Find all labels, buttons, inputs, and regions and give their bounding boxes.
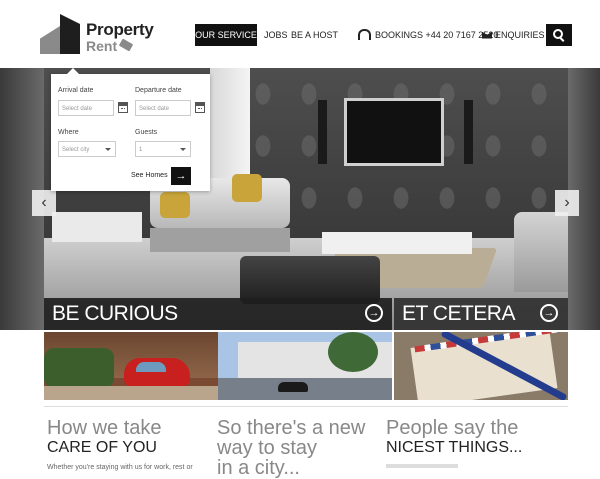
bookings-label: BOOKINGS +44 20 7167 2520: [375, 30, 499, 40]
thumb-car: [278, 382, 308, 392]
logo-tower-icon: [60, 14, 80, 54]
where-value: Select city: [62, 147, 90, 153]
testimonial-bar: [386, 464, 458, 468]
guests-label: Guests: [135, 129, 158, 136]
column-heading-dark[interactable]: CARE OF YOU: [47, 438, 217, 458]
site-header: Property Rent OUR SERVICE JOBS BE A HOST…: [0, 0, 600, 68]
column-text: Whether you're staying with us for work,…: [47, 464, 193, 471]
circle-arrow-icon[interactable]: →: [365, 304, 383, 322]
hero-ottoman: [240, 256, 380, 304]
caption-title: ET CETERA: [402, 302, 515, 325]
column-care: How we take CARE OF YOU Whether you're s…: [47, 418, 217, 471]
speaker-left: [318, 100, 327, 164]
where-label: Where: [58, 129, 79, 136]
nav-jobs[interactable]: JOBS: [264, 24, 288, 46]
column-heading-dark[interactable]: NICEST THINGS...: [386, 438, 556, 458]
thumbnail-red-car[interactable]: [44, 332, 218, 400]
column-heading-light: in a city...: [217, 457, 300, 479]
chevron-down-icon: [105, 148, 111, 151]
section-divider: [44, 406, 568, 407]
guests-select[interactable]: 1: [135, 141, 191, 157]
brand-sub: Rent: [86, 38, 118, 54]
chevron-left-icon: ‹: [41, 194, 47, 211]
column-heading-light: People say the: [386, 417, 519, 439]
thumb-tree: [328, 332, 378, 372]
thumb-street: [44, 386, 218, 400]
nav-bookings[interactable]: BOOKINGS +44 20 7167 2520: [358, 24, 498, 46]
thumb-hedge: [44, 348, 114, 388]
guests-value: 1: [139, 147, 143, 153]
departure-label: Departure date: [135, 87, 182, 94]
see-homes-label[interactable]: See Homes: [131, 172, 168, 179]
slider-prev-button[interactable]: ‹: [32, 190, 56, 216]
arrow-right-icon: →: [175, 170, 187, 182]
slider-next-button[interactable]: ›: [555, 190, 579, 216]
thumbnail-street[interactable]: [218, 332, 392, 400]
hero-pillow: [160, 192, 190, 218]
circle-arrow-icon[interactable]: →: [540, 304, 558, 322]
where-select[interactable]: Select city: [58, 141, 116, 157]
column-heading-light: So there's a new: [217, 417, 366, 439]
speaker-right: [464, 100, 473, 164]
column-people-say: People say the NICEST THINGS...: [386, 418, 556, 468]
hero-armchair: [514, 212, 568, 292]
chevron-right-icon: ›: [564, 194, 570, 211]
chevron-down-icon: [180, 148, 186, 151]
hero-sofa-base: [150, 228, 290, 252]
nav-enquiries[interactable]: ENQUIRIES: [482, 24, 545, 46]
hero-side-table: [52, 212, 142, 242]
hero-tv-stand: [322, 232, 472, 254]
column-heading-light[interactable]: way to stay: [217, 438, 387, 458]
nav-our-service[interactable]: OUR SERVICE: [195, 24, 257, 46]
arrival-label: Arrival date: [58, 87, 94, 94]
brand-name: Property: [86, 20, 154, 39]
thumbnail-letters[interactable]: [394, 332, 568, 400]
tag-icon: [118, 38, 134, 52]
caption-be-curious[interactable]: BE CURIOUS →: [44, 298, 392, 330]
caption-title: BE CURIOUS: [52, 302, 178, 325]
calendar-icon[interactable]: [195, 102, 205, 113]
column-new-way: So there's a new way to stay in a city..…: [217, 418, 387, 478]
calendar-icon[interactable]: [118, 102, 128, 113]
thumb-car: [124, 358, 190, 386]
headset-icon: [358, 28, 371, 40]
hero-tv: [344, 98, 444, 166]
arrival-date-input[interactable]: Select date: [58, 100, 114, 116]
hero-pillow: [232, 174, 262, 202]
mail-icon: [482, 31, 492, 39]
logo-building-icon: [40, 26, 60, 54]
caption-et-cetera[interactable]: ET CETERA →: [394, 298, 568, 330]
see-homes-button[interactable]: →: [171, 167, 191, 185]
search-button[interactable]: [546, 24, 572, 46]
search-icon: [553, 29, 563, 39]
column-heading-light: How we take: [47, 417, 162, 439]
enquiries-label: ENQUIRIES: [495, 30, 545, 40]
brand-logo[interactable]: Property Rent: [40, 12, 154, 58]
departure-date-input[interactable]: Select date: [135, 100, 191, 116]
nav-be-a-host[interactable]: BE A HOST: [291, 24, 338, 46]
